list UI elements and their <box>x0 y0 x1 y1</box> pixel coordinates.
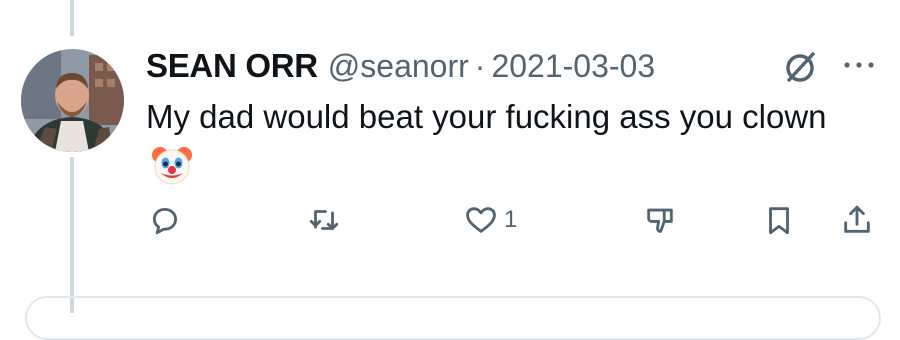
share-button[interactable] <box>840 200 874 240</box>
avatar[interactable] <box>21 49 124 152</box>
reply-button[interactable] <box>148 200 188 240</box>
bookmark-icon <box>769 207 789 235</box>
retweet-icon <box>309 210 339 230</box>
next-tweet-card <box>25 296 881 340</box>
grok-icon[interactable] <box>782 49 818 85</box>
like-count: 1 <box>504 206 518 233</box>
tweet-date[interactable]: 2021-03-03 <box>491 48 655 85</box>
author-name[interactable]: SEAN ORR <box>146 47 318 85</box>
share-icon <box>844 205 870 233</box>
author-handle[interactable]: @seanorr <box>328 48 469 85</box>
tweet-header: SEAN ORR @seanorr · 2021-03-03 <box>146 42 655 90</box>
tweet-text: My dad would beat your fucking ass you c… <box>146 98 827 135</box>
bookmark-button[interactable] <box>762 200 796 240</box>
like-button[interactable]: 1 <box>464 200 517 240</box>
thread-line-bottom <box>70 157 74 313</box>
tweet-text-container: My dad would beat your fucking ass you c… <box>146 92 846 192</box>
thumbs-down-icon <box>647 208 673 233</box>
thread-line-top <box>70 0 74 36</box>
separator-dot: · <box>474 47 486 84</box>
clown-face-emoji <box>150 143 194 187</box>
heart-icon <box>466 207 496 233</box>
reply-icon <box>152 207 178 235</box>
more-icon[interactable] <box>842 53 876 77</box>
dislike-button[interactable] <box>643 200 677 240</box>
retweet-button[interactable] <box>307 200 347 240</box>
